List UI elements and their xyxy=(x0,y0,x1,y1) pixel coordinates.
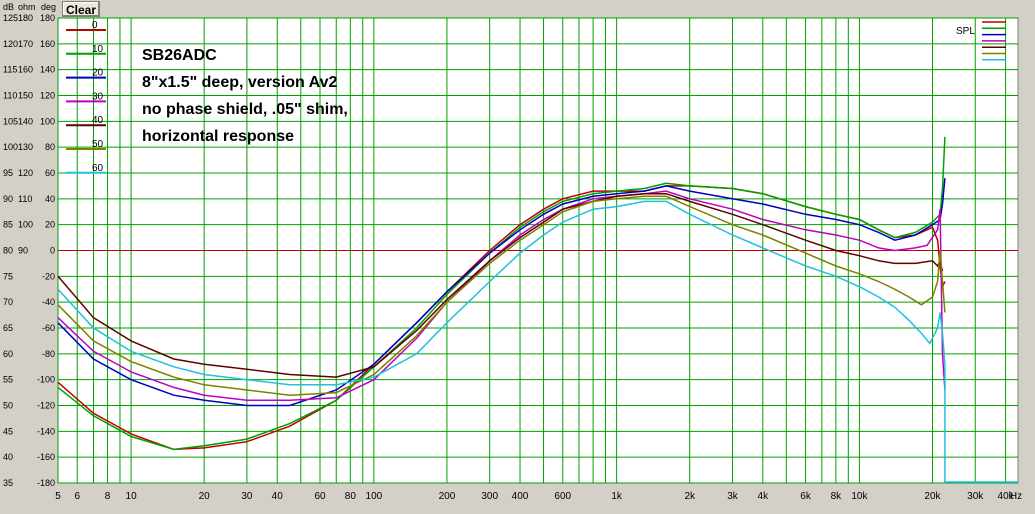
legend-label-10: 10 xyxy=(92,44,104,55)
y-tick-db: 45 xyxy=(3,426,13,436)
y-tick-deg: -20 xyxy=(42,271,55,281)
x-tick-label: 100 xyxy=(366,491,383,502)
y-tick-deg: -80 xyxy=(42,349,55,359)
y-tick-deg: 20 xyxy=(45,220,55,230)
y-tick-db: 60 xyxy=(3,349,13,359)
y-tick-deg: -40 xyxy=(42,297,55,307)
y-tick-ohm: 160 xyxy=(18,65,33,75)
y-tick-deg: 160 xyxy=(40,39,55,49)
y-tick-deg: 100 xyxy=(40,116,55,126)
legend-label-20: 20 xyxy=(92,68,104,79)
x-tick-label: 30 xyxy=(241,491,253,502)
y-tick-db: 120 xyxy=(3,39,18,49)
x-tick-label: 3k xyxy=(727,491,739,502)
y-tick-ohm: 150 xyxy=(18,91,33,101)
y-tick-db: 50 xyxy=(3,401,13,411)
x-tick-label: 10 xyxy=(126,491,138,502)
y-tick-deg: 0 xyxy=(50,246,55,256)
y-tick-deg: 80 xyxy=(45,142,55,152)
y-tick-ohm: 140 xyxy=(18,116,33,126)
legend-label-50: 50 xyxy=(92,139,104,150)
y-tick-deg: 60 xyxy=(45,168,55,178)
x-axis-tick-labels: 5 6 8 10 20 30 40 60 80 100 200 300 400 600 1k 2k 3k 4k 6k… xyxy=(55,491,1022,502)
y-tick-db: 95 xyxy=(3,168,13,178)
x-tick-label: 400 xyxy=(512,491,529,502)
x-tick-label: 300 xyxy=(481,491,498,502)
y-tick-db: 100 xyxy=(3,142,18,152)
note-line: SB26ADC xyxy=(142,47,217,64)
y-tick-ohm: 110 xyxy=(18,194,32,204)
y-tick-db: 55 xyxy=(3,375,13,385)
x-unit-label: Hz xyxy=(1010,491,1022,502)
y-tick-deg: 120 xyxy=(40,91,55,101)
y-tick-ohm: 170 xyxy=(18,39,33,49)
chart-window: 125 180 180 120 170 160 115 160 140 110 150 120 105 1… xyxy=(0,0,1035,509)
y-tick-deg: -100 xyxy=(37,375,55,385)
y-tick-deg: -60 xyxy=(42,323,55,333)
x-tick-label: 20 xyxy=(199,491,211,502)
y-tick-db: 35 xyxy=(3,478,13,488)
y-tick-db: 90 xyxy=(3,194,13,204)
x-tick-label: 4k xyxy=(758,491,770,502)
y-tick-db: 85 xyxy=(3,220,13,230)
note-line: horizontal response xyxy=(142,128,294,145)
y-tick-ohm: 90 xyxy=(18,246,28,256)
y-tick-deg: 140 xyxy=(40,65,55,75)
y-tick-deg: 40 xyxy=(45,194,55,204)
frequency-response-chart: 125 180 180120 170 160115 160 140110 150 120105 1… xyxy=(3,2,1022,502)
y-tick-db: 75 xyxy=(3,271,13,281)
y-tick-db: 65 xyxy=(3,323,13,333)
legend-label-0: 0 xyxy=(92,20,98,31)
x-tick-label: 10k xyxy=(851,491,868,502)
y-tick-db: 105 xyxy=(3,116,18,126)
deg-unit-label: deg xyxy=(41,2,56,12)
db-unit-label: dB xyxy=(3,2,14,12)
y-axis-tick-labels: 125 180 180120 170 160115 160 140110 150 120105 1… xyxy=(3,13,55,488)
x-tick-label: 6k xyxy=(800,491,812,502)
y-tick-deg: -140 xyxy=(37,426,55,436)
y-tick-deg: -160 xyxy=(37,452,55,462)
x-tick-label: 30k xyxy=(967,491,984,502)
x-tick-label: 8k xyxy=(831,491,843,502)
x-tick-label: 6 xyxy=(74,491,80,502)
x-tick-label: 40 xyxy=(272,491,284,502)
y-tick-ohm: 100 xyxy=(18,220,33,230)
note-line: 8"x1.5" deep, version Av2 xyxy=(142,74,338,91)
y-tick-db: 80 xyxy=(3,246,13,256)
x-tick-label: 2k xyxy=(684,491,696,502)
x-tick-label: 80 xyxy=(345,491,357,502)
legend-spl-label: SPL xyxy=(956,26,975,37)
x-tick-label: 8 xyxy=(105,491,111,502)
x-tick-label: 200 xyxy=(439,491,456,502)
y-tick-deg: -120 xyxy=(37,401,55,411)
legend-label-40: 40 xyxy=(92,115,104,126)
legend-label-30: 30 xyxy=(92,91,104,102)
note-line: no phase shield, .05" shim, xyxy=(142,101,348,118)
y-tick-deg: 180 xyxy=(40,13,55,23)
y-tick-db: 125 xyxy=(3,13,18,23)
y-tick-db: 110 xyxy=(3,91,17,101)
y-tick-ohm: 120 xyxy=(18,168,33,178)
x-tick-label: 5 xyxy=(55,491,61,502)
clear-button[interactable]: Clear xyxy=(62,1,100,17)
x-tick-label: 1k xyxy=(611,491,623,502)
ohm-unit-label: ohm xyxy=(18,2,36,12)
y-tick-ohm: 130 xyxy=(18,142,33,152)
y-tick-deg: -180 xyxy=(37,478,55,488)
y-tick-ohm: 180 xyxy=(18,13,33,23)
y-tick-db: 40 xyxy=(3,452,13,462)
x-tick-label: 60 xyxy=(314,491,326,502)
y-tick-db: 115 xyxy=(3,65,17,75)
legend-label-60: 60 xyxy=(92,163,104,174)
y-tick-db: 70 xyxy=(3,297,13,307)
x-tick-label: 20k xyxy=(924,491,941,502)
x-tick-label: 600 xyxy=(554,491,571,502)
